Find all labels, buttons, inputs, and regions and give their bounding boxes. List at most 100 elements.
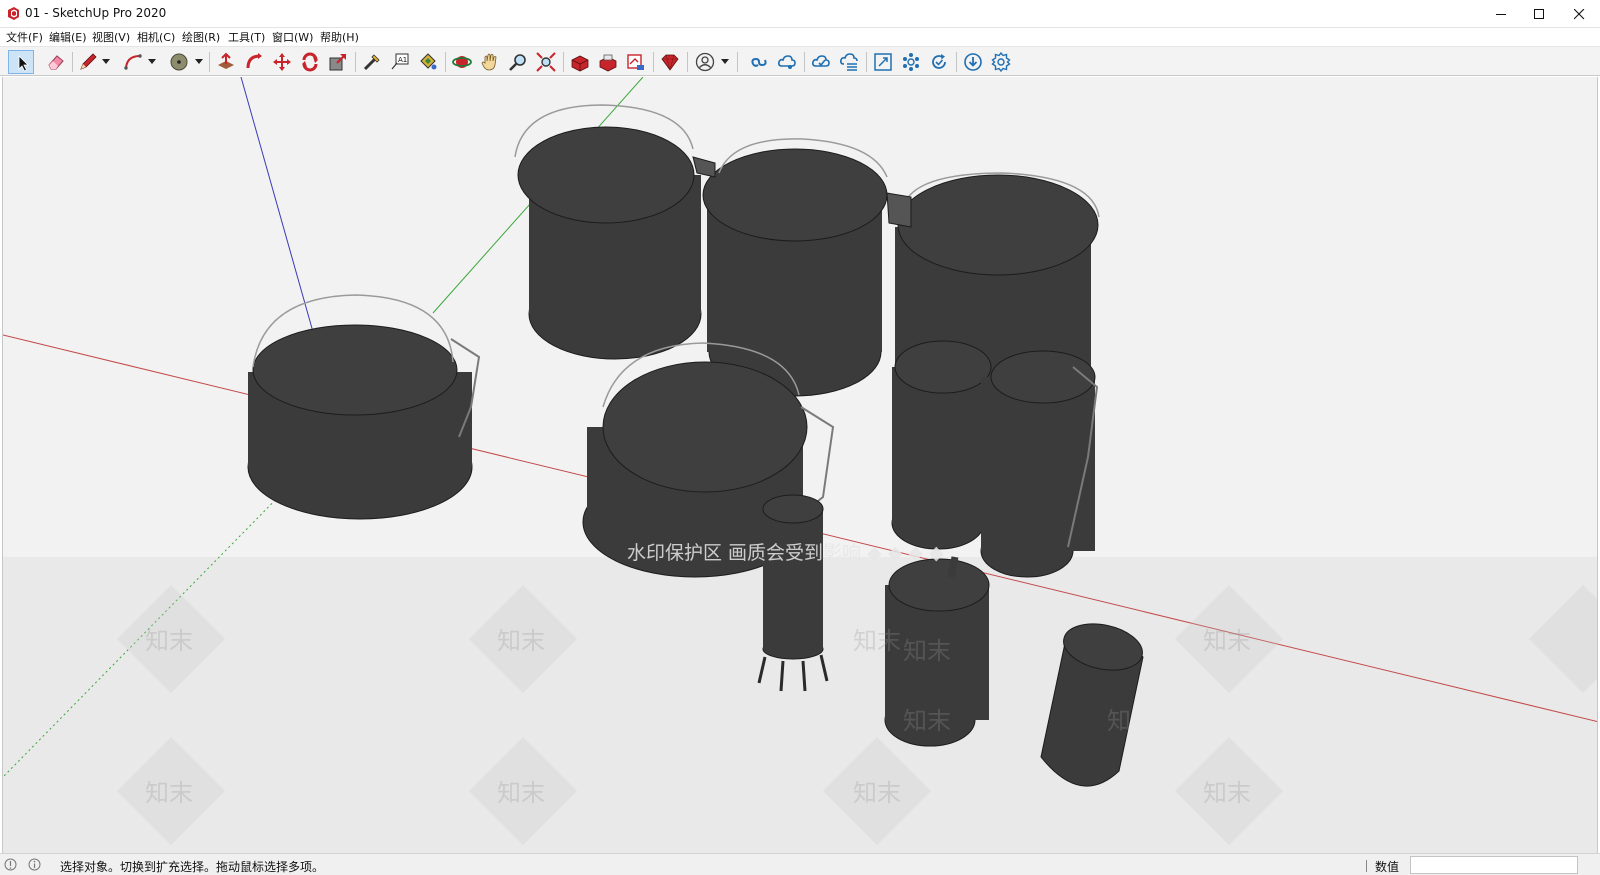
menu-camera[interactable]: 相机(C) — [137, 29, 175, 45]
select-arrow-icon — [18, 55, 29, 72]
pencil-icon — [80, 53, 97, 70]
shape-tool-button[interactable] — [166, 50, 192, 74]
line-tool-button[interactable] — [75, 50, 101, 74]
svg-text:知末: 知末 — [1203, 627, 1251, 655]
drawing-viewport[interactable]: 知末 知末 知末 知末 知末 知末 知 知末 知末 知末 知末 水印保护区 画质… — [2, 77, 1598, 853]
minimize-button[interactable] — [1482, 0, 1520, 28]
svg-text:知: 知 — [1107, 707, 1131, 735]
trimble-connect-button[interactable] — [746, 50, 772, 74]
rotate-icon — [302, 52, 318, 72]
menu-view[interactable]: 视图(V) — [92, 29, 130, 45]
toolbar-separator — [445, 52, 446, 72]
push-pull-icon — [218, 52, 234, 69]
download-button[interactable] — [960, 50, 986, 74]
menu-tools[interactable]: 工具(T) — [228, 29, 265, 45]
window-title: 01 - SketchUp Pro 2020 — [25, 6, 167, 20]
refresh-cycle-icon — [932, 54, 946, 69]
send-to-layout-button[interactable] — [623, 50, 649, 74]
move-tool-button[interactable] — [269, 50, 295, 74]
arc-tool-button[interactable] — [120, 50, 146, 74]
account-user-icon — [695, 52, 715, 72]
toolbar-separator — [355, 52, 356, 72]
orbit-tool-button[interactable] — [449, 50, 475, 74]
scale-tool-button[interactable] — [325, 50, 351, 74]
sketchup-logo-icon — [8, 7, 19, 20]
status-message: 选择对象。切换到扩充选择。拖动鼠标选择多项。 — [60, 860, 325, 874]
menu-edit[interactable]: 编辑(E) — [49, 29, 87, 45]
dropdown-arrow-icon — [148, 59, 156, 64]
zoom-tool-button[interactable] — [505, 50, 531, 74]
menu-window[interactable]: 窗口(W) — [272, 29, 313, 45]
line-tool-dropdown[interactable] — [101, 50, 111, 74]
measurements-label: 数值 — [1375, 860, 1400, 874]
svg-text:知末: 知末 — [145, 779, 193, 807]
toolbar-separator — [687, 52, 688, 72]
arc-icon — [124, 54, 142, 70]
collaboration-view-button[interactable] — [870, 50, 896, 74]
minimize-icon — [1496, 14, 1506, 15]
rotate-tool-button[interactable] — [297, 50, 323, 74]
geo-location-icon[interactable] — [4, 858, 17, 871]
zoom-extents-icon — [536, 52, 556, 72]
maximize-button[interactable] — [1520, 0, 1558, 28]
text-label-icon: A1 — [391, 53, 409, 70]
close-button[interactable] — [1560, 0, 1598, 28]
paint-bucket-tool-button[interactable] — [415, 50, 441, 74]
extension-warehouse-icon — [599, 54, 617, 72]
shape-tool-dropdown[interactable] — [194, 50, 204, 74]
maximize-icon — [1534, 9, 1544, 19]
eraser-icon — [48, 55, 64, 70]
tank-twin-right — [980, 350, 1099, 578]
settings-button[interactable] — [988, 50, 1014, 74]
svg-text:知末: 知末 — [497, 779, 545, 807]
arc-tool-dropdown[interactable] — [147, 50, 157, 74]
share-model-button[interactable] — [595, 50, 621, 74]
scale-icon — [329, 54, 346, 71]
toolbar-separator — [956, 52, 957, 72]
menu-draw[interactable]: 绘图(R) — [182, 29, 220, 45]
account-dropdown[interactable] — [720, 50, 730, 74]
menu-file[interactable]: 文件(F) — [6, 29, 43, 45]
pan-tool-button[interactable] — [477, 50, 503, 74]
measurements-input[interactable] — [1410, 856, 1578, 874]
model-network-icon — [903, 53, 919, 71]
follow-me-icon — [246, 53, 262, 69]
zoom-magnifier-icon — [509, 54, 526, 71]
circle-shape-icon — [170, 53, 188, 71]
trimble-share-button[interactable] — [774, 50, 800, 74]
toolbar-separator — [804, 52, 805, 72]
push-pull-tool-button[interactable] — [213, 50, 239, 74]
instructor-info-icon[interactable] — [28, 858, 41, 871]
eraser-tool-button[interactable] — [43, 50, 69, 74]
large-toolset: A1 — [0, 46, 1600, 76]
close-icon — [1574, 9, 1585, 20]
toolbar-separator — [866, 52, 867, 72]
menu-help[interactable]: 帮助(H) — [320, 29, 359, 45]
cloud-publish-icon — [840, 53, 858, 71]
svg-text:知末: 知末 — [145, 627, 193, 655]
toolbar-separator — [72, 52, 73, 72]
status-divider — [1366, 860, 1367, 872]
svg-text:知末: 知末 — [853, 627, 901, 655]
cloud-sync-button[interactable] — [808, 50, 834, 74]
trimble-share-icon — [778, 55, 796, 69]
3d-warehouse-icon — [571, 55, 589, 72]
3d-warehouse-button[interactable] — [567, 50, 593, 74]
model-network-button[interactable] — [898, 50, 924, 74]
select-tool-button[interactable] — [8, 50, 34, 74]
svg-text:知末: 知末 — [497, 627, 545, 655]
download-icon — [964, 53, 982, 71]
account-button[interactable] — [692, 50, 718, 74]
cloud-sync-icon — [812, 55, 830, 67]
tape-measure-tool-button[interactable] — [359, 50, 385, 74]
refresh-cycle-button[interactable] — [926, 50, 952, 74]
trimble-connect-icon — [751, 57, 767, 67]
cloud-publish-button[interactable] — [836, 50, 862, 74]
text-tool-button[interactable]: A1 — [387, 50, 413, 74]
orbit-icon — [452, 56, 472, 68]
zoom-extents-tool-button[interactable] — [533, 50, 559, 74]
follow-me-tool-button[interactable] — [241, 50, 267, 74]
extension-manager-button[interactable] — [657, 50, 683, 74]
paint-bucket-icon — [420, 53, 437, 70]
title-bar: 01 - SketchUp Pro 2020 — [0, 0, 1600, 28]
